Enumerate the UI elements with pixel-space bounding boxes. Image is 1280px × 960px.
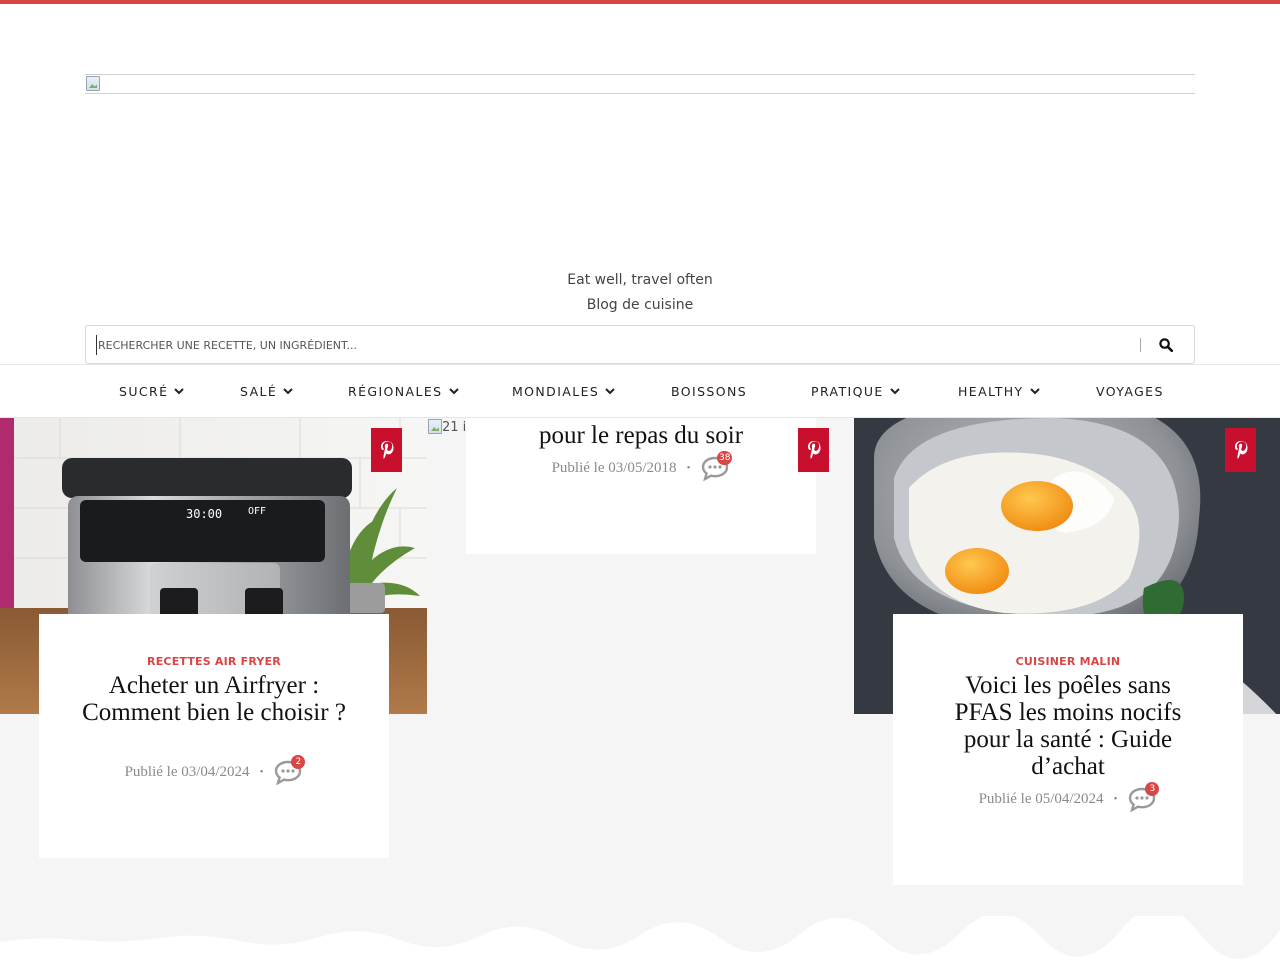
- site-subtitle: Blog de cuisine: [586, 297, 694, 313]
- search-divider: [1140, 338, 1141, 352]
- pinterest-button[interactable]: [1225, 428, 1256, 472]
- search-bar: [85, 325, 1195, 364]
- chevron-down-icon: [283, 388, 293, 395]
- meta-separator: •: [686, 462, 691, 474]
- search-button[interactable]: [1154, 334, 1178, 356]
- chevron-down-icon: [890, 388, 900, 395]
- pinterest-icon: [1234, 441, 1247, 459]
- post-date: Publié le 03/04/2024: [124, 763, 250, 780]
- nav-item-sucre[interactable]: SUCRÉ: [119, 365, 185, 417]
- pinterest-icon: [807, 441, 820, 459]
- post-date: Publié le 05/04/2024: [978, 790, 1104, 807]
- nav-item-label: SALÉ: [240, 383, 278, 399]
- post-category[interactable]: RECETTES AIR FRYER: [39, 655, 389, 668]
- nav-item-regionales[interactable]: RÉGIONALES: [348, 365, 460, 417]
- comment-link[interactable]: 2: [273, 755, 306, 786]
- nav-item-mondiales[interactable]: MONDIALES: [512, 365, 616, 417]
- nav-item-boissons[interactable]: BOISSONS: [671, 365, 747, 417]
- post-card: RECETTES AIR FRYER Acheter un Airfryer :…: [39, 614, 389, 858]
- pinterest-icon: [380, 441, 393, 459]
- pinterest-button[interactable]: [798, 428, 829, 472]
- nav-item-label: HEALTHY: [958, 383, 1024, 399]
- comment-link[interactable]: 3: [1127, 782, 1160, 813]
- post-meta: Publié le 03/04/2024 • 2: [39, 755, 389, 786]
- chevron-down-icon: [448, 388, 459, 395]
- post-meta: Publié le 03/05/2018 • 38: [466, 451, 816, 482]
- post-meta: Publié le 05/04/2024 • 3: [893, 782, 1243, 813]
- nav-item-pratique[interactable]: PRATIQUE: [811, 365, 901, 417]
- nav-item-label: SUCRÉ: [119, 383, 169, 399]
- nav-item-label: VOYAGES: [1096, 383, 1164, 399]
- site-logo[interactable]: [85, 74, 1195, 94]
- post-title[interactable]: Acheter un Airfryer : Comment bien le ch…: [74, 672, 354, 726]
- nav-item-label: PRATIQUE: [811, 383, 884, 399]
- post-image-alt: 21 i: [442, 420, 466, 435]
- broken-image-icon: [85, 75, 101, 93]
- pinterest-button[interactable]: [371, 428, 402, 472]
- nav-item-voyages[interactable]: VOYAGES: [1096, 365, 1164, 417]
- torn-paper-divider: [0, 916, 1280, 960]
- chevron-down-icon: [1029, 388, 1040, 395]
- post-title[interactable]: Voici les poêles sans PFAS les moins noc…: [941, 672, 1195, 780]
- nav-item-label: MONDIALES: [512, 383, 600, 399]
- top-accent-bar: [0, 0, 1280, 4]
- chevron-down-icon: [174, 388, 185, 395]
- svg-text:OFF: OFF: [248, 506, 266, 517]
- nav-item-sale[interactable]: SALÉ: [240, 365, 294, 417]
- post-title[interactable]: pour le repas du soir: [466, 422, 816, 449]
- post-category[interactable]: CUISINER MALIN: [893, 655, 1243, 668]
- comment-link[interactable]: 38: [700, 451, 733, 482]
- post-card: pour le repas du soir Publié le 03/05/20…: [466, 395, 816, 554]
- broken-image-icon: [427, 418, 443, 436]
- post-card: CUISINER MALIN Voici les poêles sans PFA…: [893, 614, 1243, 885]
- post-date: Publié le 03/05/2018: [551, 459, 677, 476]
- main-nav: SUCRÉ SALÉ RÉGIONALES MONDIALES BOISSONS…: [0, 364, 1280, 418]
- site-tagline: Eat well, travel often: [567, 272, 713, 288]
- nav-item-label: RÉGIONALES: [348, 383, 443, 399]
- meta-separator: •: [259, 766, 264, 778]
- search-input[interactable]: [96, 335, 1116, 355]
- search-icon: [1159, 338, 1173, 352]
- meta-separator: •: [1113, 793, 1118, 805]
- chevron-down-icon: [605, 388, 615, 395]
- nav-item-label: BOISSONS: [671, 383, 748, 399]
- svg-text:30:00: 30:00: [186, 507, 222, 521]
- nav-item-healthy[interactable]: HEALTHY: [958, 365, 1041, 417]
